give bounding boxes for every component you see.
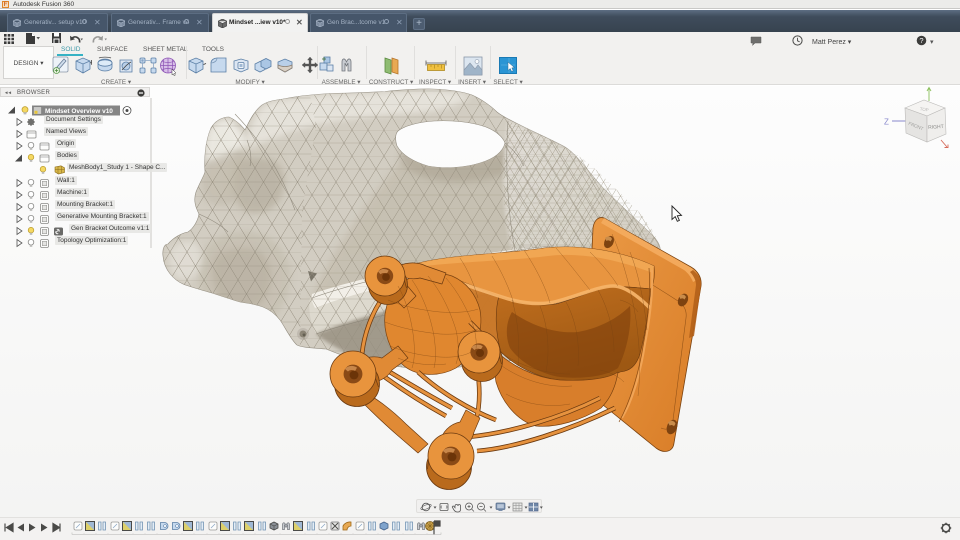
svg-text:?: ? — [919, 36, 923, 45]
svg-text:Mindset Overview v10: Mindset Overview v10 — [45, 108, 113, 115]
svg-text:Z: Z — [884, 118, 889, 127]
svg-text:RIGHT: RIGHT — [928, 124, 944, 131]
